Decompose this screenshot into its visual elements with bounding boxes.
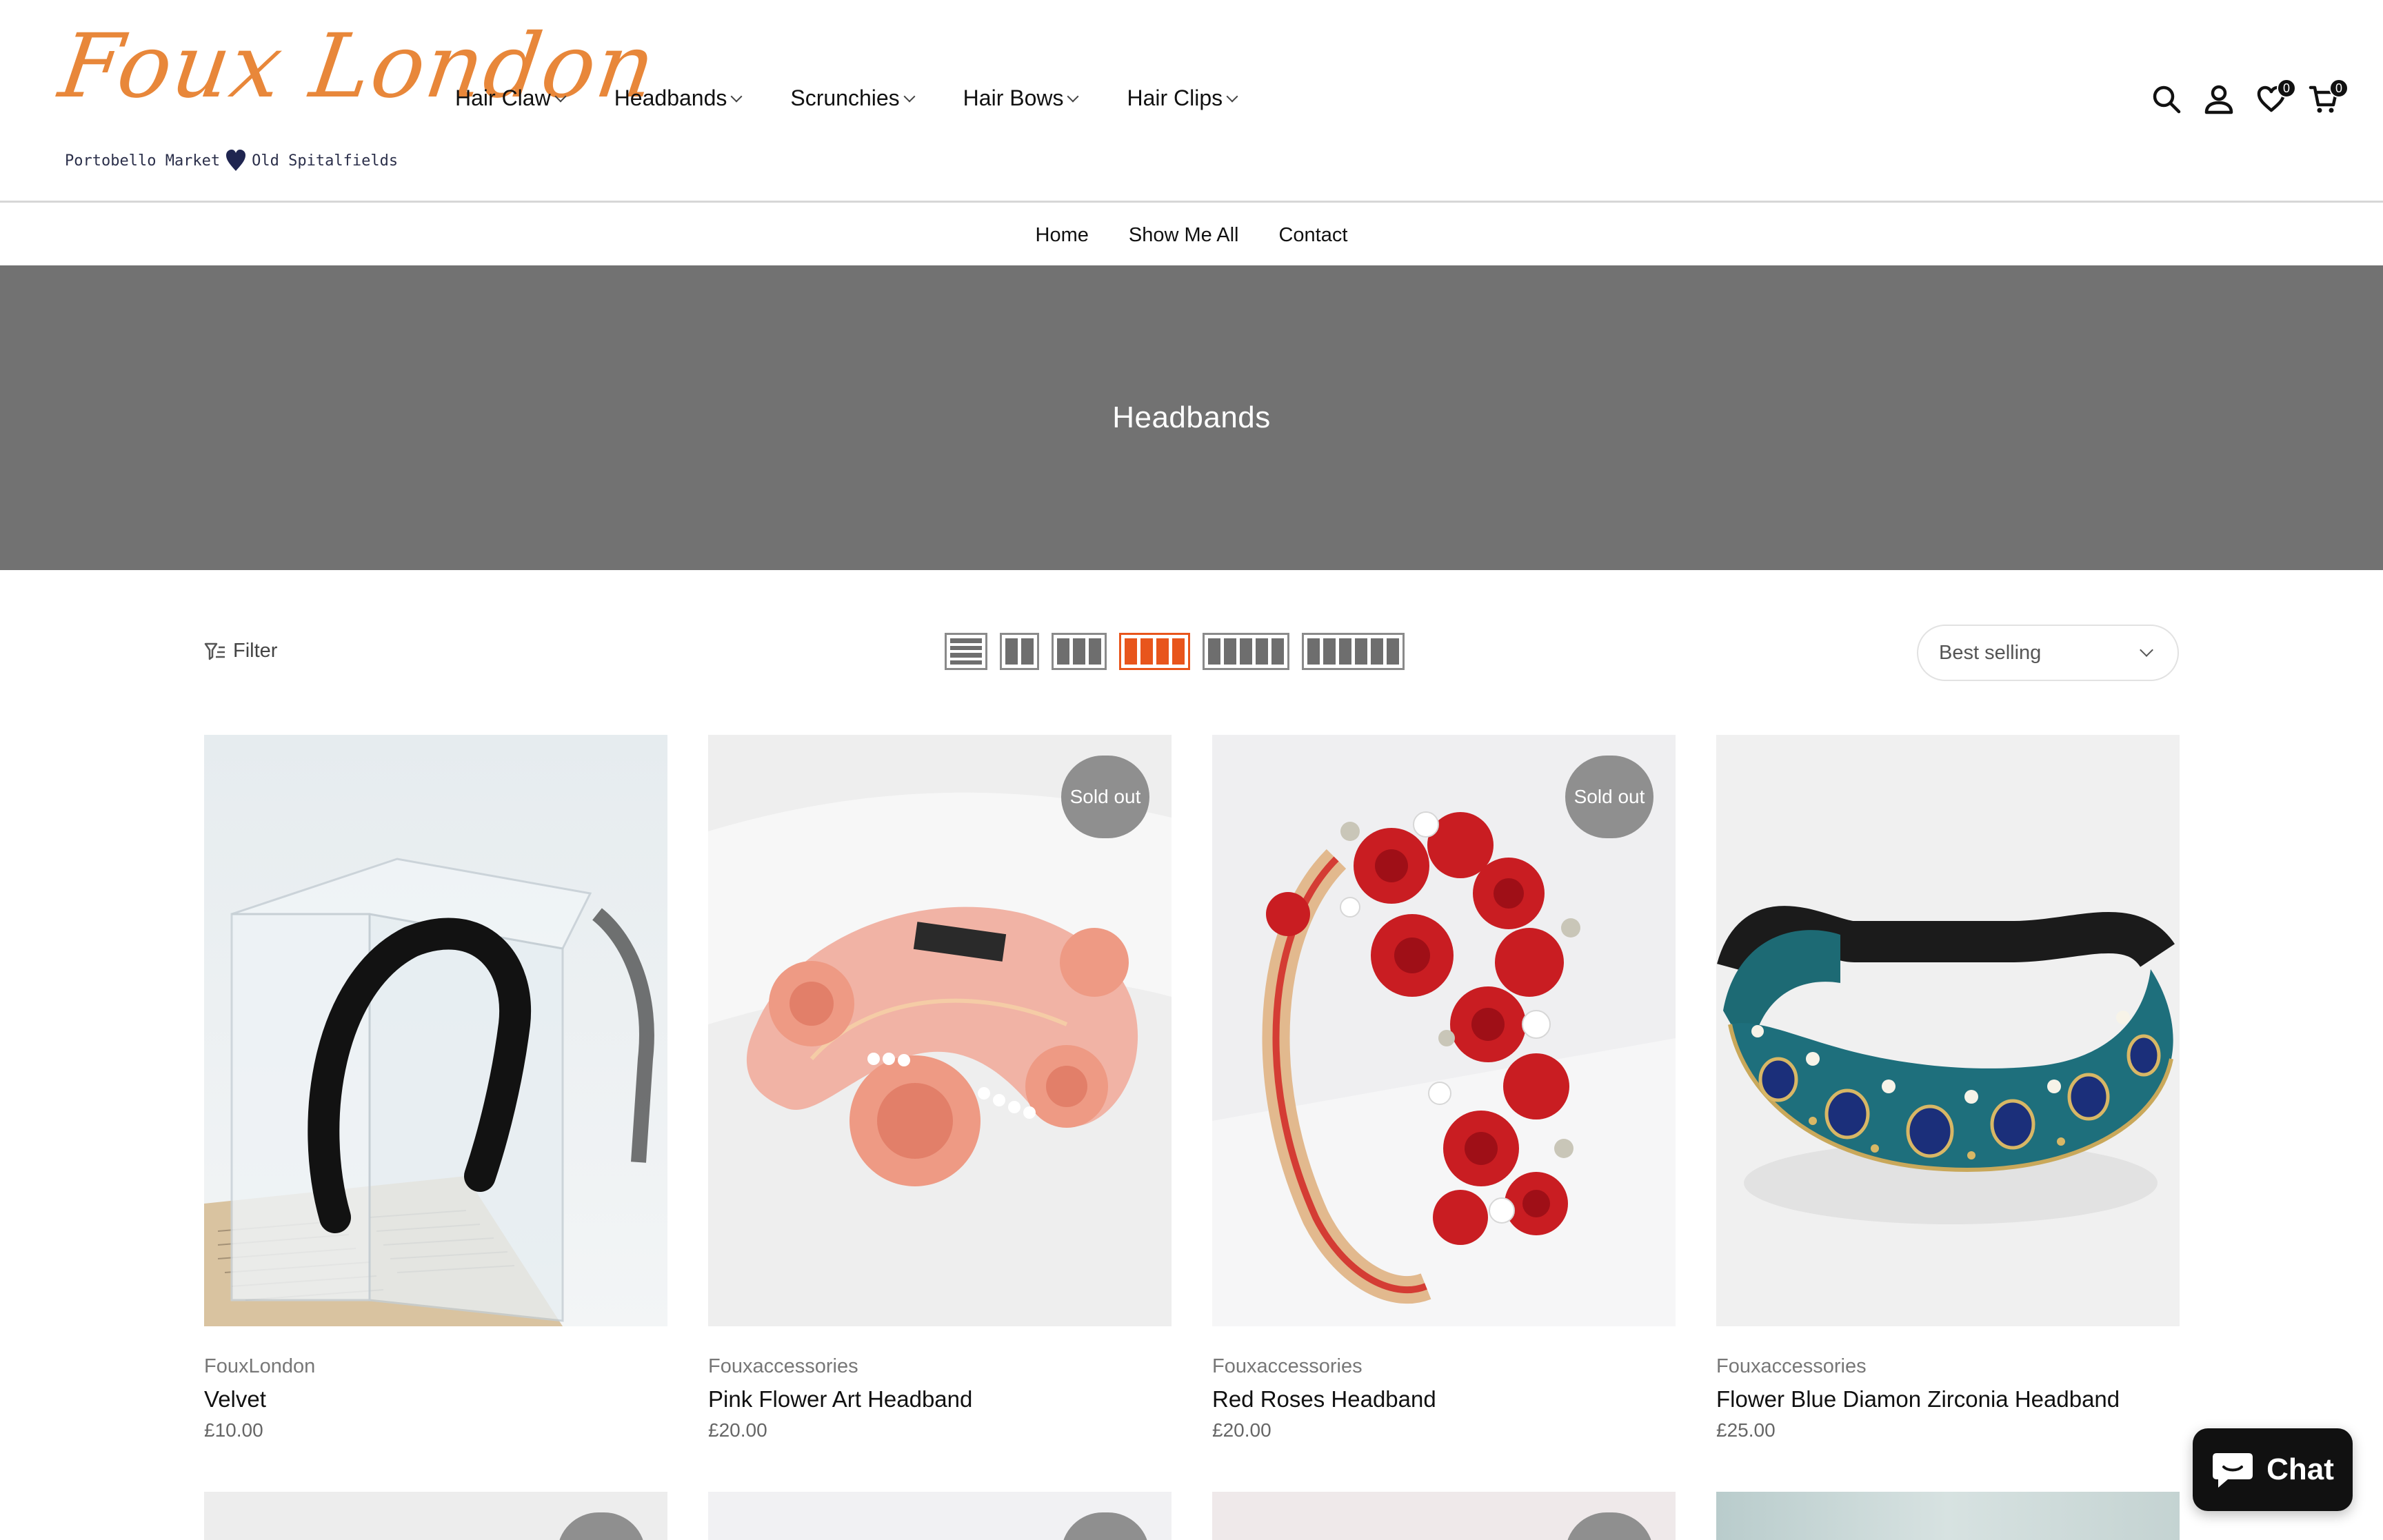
logo-tagline: Portobello Market Old Spitalfields: [65, 149, 398, 172]
nav-item-hair-bows[interactable]: Hair Bows: [963, 85, 1079, 111]
sold-out-badge-partial: [557, 1512, 645, 1540]
product-price: £20.00: [708, 1419, 767, 1441]
nav-label: Hair Clips: [1127, 85, 1223, 110]
search-icon: [2153, 85, 2181, 114]
product-price: £10.00: [204, 1419, 263, 1441]
chat-label: Chat: [2266, 1452, 2334, 1486]
product-title[interactable]: Pink Flower Art Headband: [708, 1386, 1172, 1412]
sub-nav-home[interactable]: Home: [1036, 224, 1089, 247]
product-price: £20.00: [1212, 1419, 1271, 1441]
chevron-down-icon: [554, 90, 567, 102]
product-title[interactable]: Red Roses Headband: [1212, 1386, 1676, 1412]
chevron-down-icon: [903, 90, 916, 102]
search-button[interactable]: [2140, 77, 2193, 121]
main-nav: Hair Claw Headbands Scrunchies Hair Bows…: [455, 85, 1286, 111]
product-image[interactable]: [204, 735, 667, 1326]
product-image-partial[interactable]: [708, 1492, 1172, 1540]
layout-2-col-button[interactable]: [1000, 633, 1039, 670]
product-image[interactable]: Sold out: [708, 735, 1172, 1326]
tagline-right: Old Spitalfields: [252, 152, 399, 170]
sold-out-badge: Sold out: [1061, 756, 1149, 838]
collection-title: Headbands: [1112, 401, 1271, 434]
cart-count-badge: 0: [2329, 79, 2349, 98]
grid-layout-switcher: [945, 633, 1405, 670]
chat-button[interactable]: Chat: [2193, 1428, 2353, 1511]
chevron-down-icon: [730, 90, 743, 102]
product-card: Fouxaccessories Flower Blue Diamon Zirco…: [1716, 735, 2180, 1441]
product-vendor: FouxLondon: [204, 1355, 316, 1377]
wishlist-count-badge: 0: [2277, 79, 2296, 98]
sort-value: Best selling: [1939, 641, 2042, 664]
heart-logo-icon: [226, 150, 246, 171]
sub-nav-contact[interactable]: Contact: [1278, 224, 1347, 247]
product-image[interactable]: [1716, 735, 2180, 1326]
cart-button[interactable]: 0: [2297, 77, 2350, 121]
nav-label: Headbands: [614, 85, 727, 110]
velvet-headband-photo: [204, 735, 667, 1326]
sub-nav-show-me-all[interactable]: Show Me All: [1129, 224, 1239, 247]
collection-banner: Headbands: [0, 265, 2383, 570]
nav-item-scrunchies[interactable]: Scrunchies: [790, 85, 916, 111]
chevron-down-icon: [1067, 90, 1079, 102]
product-card: Sold out Fouxaccessories Red Roses Headb…: [1212, 735, 1676, 1441]
user-icon: [2204, 85, 2233, 114]
layout-6-col-button[interactable]: [1302, 633, 1405, 670]
product-image-partial[interactable]: [1212, 1492, 1676, 1540]
product-title[interactable]: Flower Blue Diamon Zirconia Headband: [1716, 1386, 2180, 1412]
sort-select[interactable]: Best selling: [1917, 625, 2179, 681]
site-header: Foux London Portobello Market Old Spital…: [0, 0, 2383, 203]
blue-zirconia-headband-photo: [1716, 735, 2180, 1326]
product-card: Sold out Fouxaccessories Pink Flower Art…: [708, 735, 1172, 1441]
product-vendor: Fouxaccessories: [1212, 1355, 1363, 1377]
layout-4-col-button[interactable]: [1119, 633, 1190, 670]
wishlist-button[interactable]: 0: [2245, 77, 2297, 121]
secondary-nav: Home Show Me All Contact: [0, 205, 2383, 265]
tagline-left: Portobello Market: [65, 152, 221, 170]
sold-out-badge-partial: [1565, 1512, 1653, 1540]
header-icons: 0 0: [2140, 77, 2350, 121]
product-image-partial[interactable]: [204, 1492, 667, 1540]
nav-label: Hair Claw: [455, 85, 551, 110]
filter-button[interactable]: Filter: [204, 640, 277, 662]
sold-out-badge: Sold out: [1565, 756, 1653, 838]
chevron-down-icon: [2140, 643, 2153, 657]
product-vendor: Fouxaccessories: [708, 1355, 858, 1377]
chat-bubble-icon: [2213, 1453, 2253, 1488]
layout-5-col-button[interactable]: [1203, 633, 1289, 670]
nav-item-hair-claw[interactable]: Hair Claw: [455, 85, 567, 111]
nav-label: Scrunchies: [790, 85, 900, 110]
product-vendor: Fouxaccessories: [1716, 1355, 1867, 1377]
nav-label: Hair Bows: [963, 85, 1064, 110]
site-logo[interactable]: Foux London Portobello Market Old Spital…: [54, 10, 663, 175]
nav-item-hair-clips[interactable]: Hair Clips: [1127, 85, 1238, 111]
product-image-partial[interactable]: [1716, 1492, 2180, 1540]
product-price: £25.00: [1716, 1419, 1776, 1441]
chevron-down-icon: [1226, 90, 1238, 102]
nav-item-headbands[interactable]: Headbands: [614, 85, 743, 111]
sold-out-badge-partial: [1061, 1512, 1149, 1540]
product-image[interactable]: Sold out: [1212, 735, 1676, 1326]
filter-label: Filter: [233, 640, 278, 662]
filter-icon: [204, 642, 225, 660]
product-card: FouxLondon Velvet £10.00: [204, 735, 667, 1441]
product-title[interactable]: Velvet: [204, 1386, 667, 1412]
account-button[interactable]: [2193, 77, 2245, 121]
layout-list-button[interactable]: [945, 633, 987, 670]
layout-3-col-button[interactable]: [1052, 633, 1107, 670]
